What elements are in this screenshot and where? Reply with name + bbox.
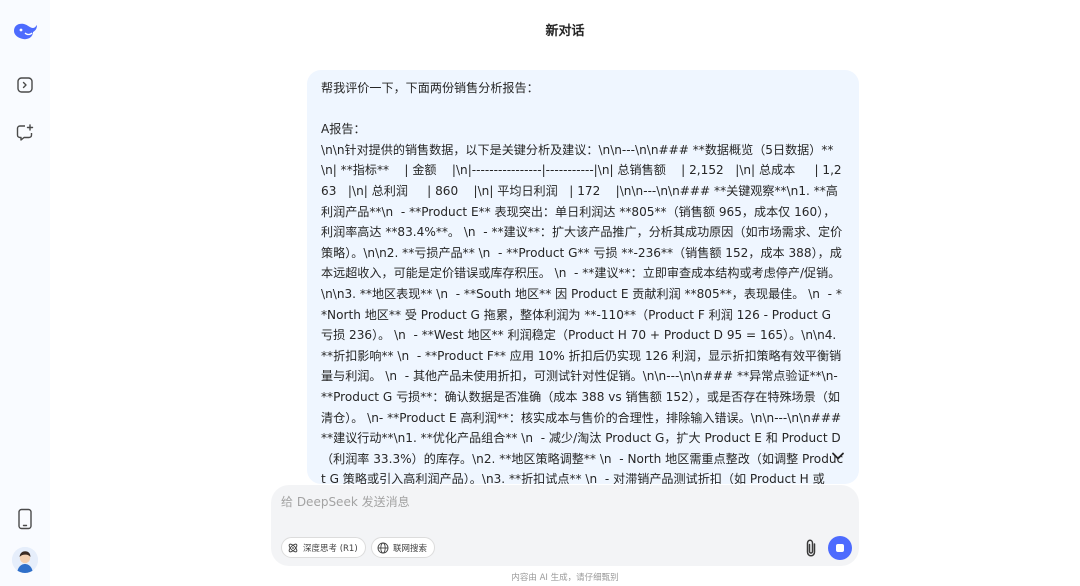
deep-think-label: 深度思考 (R1) (303, 543, 358, 554)
chat-main: 新对话 帮我评价一下，下面两份销售分析报告： A报告： \n\n针对提供的销售数… (50, 0, 1080, 586)
new-chat-icon[interactable] (10, 118, 40, 148)
toggle-sidebar-icon[interactable] (10, 70, 40, 100)
deep-think-toggle[interactable]: 深度思考 (R1) (281, 537, 366, 558)
deepseek-logo-icon[interactable] (10, 16, 40, 46)
user-avatar[interactable] (10, 545, 40, 575)
web-search-toggle[interactable]: 联网搜索 (371, 537, 436, 558)
user-message-bubble: 帮我评价一下，下面两份销售分析报告： A报告： \n\n针对提供的销售数据，以下… (307, 70, 859, 484)
web-search-label: 联网搜索 (393, 543, 428, 554)
chevron-down-icon (832, 452, 844, 460)
message-report-label: A报告： (321, 122, 366, 137)
paperclip-icon (806, 539, 816, 557)
message-composer: 深度思考 (R1) 联网搜索 (271, 485, 859, 566)
mobile-app-icon[interactable] (10, 504, 40, 534)
page-title: 新对话 (545, 24, 585, 39)
globe-icon (377, 542, 389, 553)
ai-disclaimer: 内容由 AI 生成，请仔细甄别 (511, 573, 619, 583)
message-intro: 帮我评价一下，下面两份销售分析报告： (321, 81, 539, 95)
stop-generating-button[interactable] (828, 536, 852, 560)
stop-icon (836, 544, 844, 552)
scroll-to-bottom-button[interactable] (827, 445, 849, 467)
app-root: 新对话 帮我评价一下，下面两份销售分析报告： A报告： \n\n针对提供的销售数… (0, 0, 1080, 586)
atom-icon (288, 543, 298, 552)
attach-file-button[interactable] (801, 537, 821, 559)
sidebar (0, 0, 50, 586)
message-report-body: \n\n针对提供的销售数据，以下是关键分析及建议：\n\n---\n\n### … (321, 142, 844, 484)
message-input[interactable] (281, 493, 841, 523)
